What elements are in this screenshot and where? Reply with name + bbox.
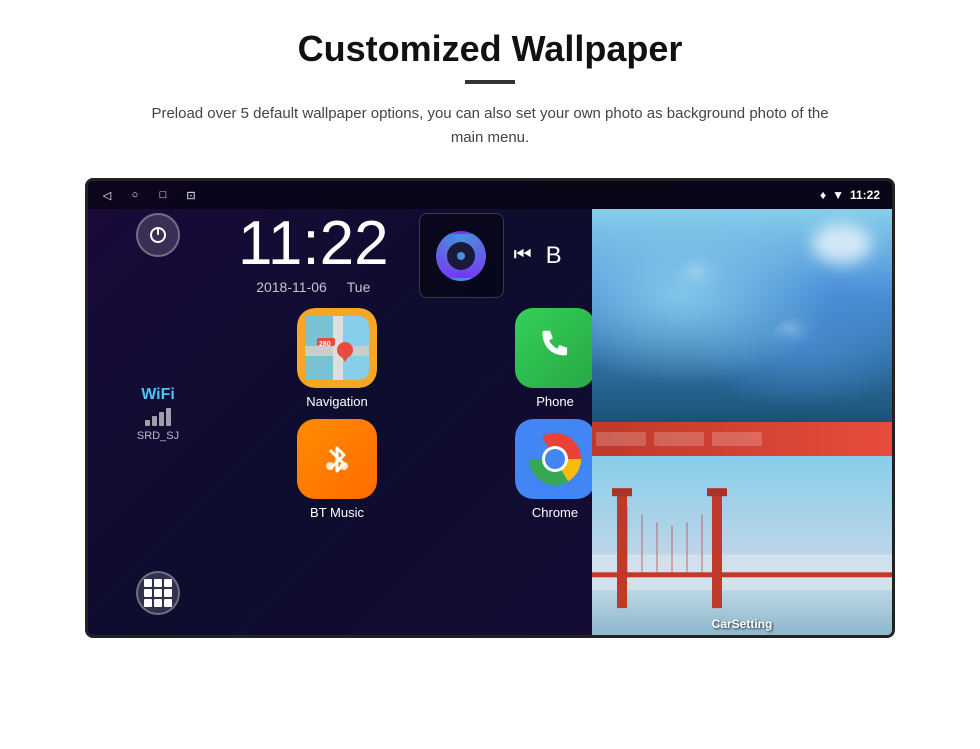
red-bar-elem2	[654, 432, 704, 446]
red-bar-elem1	[596, 432, 646, 446]
camera-icon[interactable]: ⊡	[184, 188, 198, 202]
home-icon[interactable]: ○	[128, 188, 142, 202]
bt-music-app-icon	[297, 419, 377, 499]
power-icon	[148, 225, 168, 245]
grid-dot	[154, 579, 162, 587]
wifi-ssid: SRD_SJ	[137, 430, 179, 442]
phone-label: Phone	[536, 394, 574, 409]
apps-grid-icon	[144, 579, 172, 607]
status-time: 11:22	[850, 188, 880, 202]
wifi-bar-1	[145, 420, 150, 426]
screen-content: WiFi SRD_SJ	[88, 181, 892, 635]
navigation-label: Navigation	[306, 394, 367, 409]
signal-dot	[457, 252, 465, 260]
grid-dot	[154, 589, 162, 597]
grid-dot	[144, 579, 152, 587]
carsetting-label: CarSetting	[592, 617, 892, 631]
bridge-scene-bg	[592, 456, 892, 635]
svg-text:280: 280	[319, 341, 331, 348]
wallpaper-overlays: CarSetting	[592, 209, 892, 635]
power-button[interactable]	[136, 213, 180, 257]
grid-dot	[164, 599, 172, 607]
apps-button[interactable]	[136, 571, 180, 615]
chrome-icon-svg	[515, 419, 595, 499]
grid-dot	[164, 579, 172, 587]
signal-circle	[436, 231, 486, 281]
recent-icon[interactable]: □	[156, 188, 170, 202]
wallpaper-ice-cave[interactable]	[592, 209, 892, 422]
clock-date: 2018-11-06 Tue	[256, 279, 370, 295]
phone-icon-svg	[530, 323, 580, 373]
page-subtitle: Preload over 5 default wallpaper options…	[150, 102, 830, 150]
next-track-button[interactable]: B	[546, 242, 562, 270]
grid-dot	[144, 589, 152, 597]
media-controls: ⏮ B	[514, 242, 562, 270]
wifi-status-icon: ▼	[832, 188, 844, 202]
app-item-navigation[interactable]: 280 Navigation	[233, 308, 441, 409]
clock-date-value: 2018-11-06	[256, 279, 327, 295]
signal-inner	[447, 242, 475, 270]
wifi-bar-2	[152, 416, 157, 426]
page-container: Customized Wallpaper Preload over 5 defa…	[0, 0, 980, 749]
wifi-bar-4	[166, 408, 171, 426]
grid-dot	[144, 599, 152, 607]
navigation-app-icon: 280	[297, 308, 377, 388]
bt-music-label: BT Music	[310, 505, 364, 520]
phone-app-icon	[515, 308, 595, 388]
grid-dot	[164, 589, 172, 597]
status-bar-right: ♦ ▼ 11:22	[820, 188, 880, 202]
left-sidebar: WiFi SRD_SJ	[88, 181, 228, 635]
bridge-svg	[592, 456, 892, 635]
wifi-info: WiFi SRD_SJ	[137, 386, 179, 442]
signal-widget	[419, 213, 504, 298]
device-frame: ◁ ○ □ ⊡ ♦ ▼ 11:22	[85, 178, 895, 638]
red-bar-elem3	[712, 432, 762, 446]
ice-texture-svg	[592, 209, 892, 422]
page-title: Customized Wallpaper	[298, 28, 683, 70]
title-divider	[465, 80, 515, 84]
location-icon: ♦	[820, 188, 826, 202]
clock-time: 11:22	[238, 213, 389, 275]
back-icon[interactable]: ◁	[100, 188, 114, 202]
app-item-bt-music[interactable]: BT Music	[233, 419, 441, 520]
navigation-icon-svg: 280	[297, 308, 377, 388]
status-bar: ◁ ○ □ ⊡ ♦ ▼ 11:22	[88, 181, 892, 209]
chrome-label: Chrome	[532, 505, 578, 520]
wifi-bar-3	[159, 412, 164, 426]
wallpaper-middle-bar	[592, 422, 892, 456]
status-bar-left: ◁ ○ □ ⊡	[100, 188, 198, 202]
chrome-app-icon	[515, 419, 595, 499]
grid-dot	[154, 599, 162, 607]
wifi-bars	[137, 408, 179, 426]
wifi-label: WiFi	[137, 386, 179, 404]
top-widgets: ⏮ B	[419, 213, 562, 298]
prev-track-button[interactable]: ⏮	[514, 244, 532, 267]
wallpaper-bridge[interactable]: CarSetting	[592, 456, 892, 635]
clock-day-value: Tue	[347, 279, 371, 295]
bt-music-icon-svg	[312, 434, 362, 484]
clock-area: 11:22 2018-11-06 Tue	[238, 213, 389, 295]
